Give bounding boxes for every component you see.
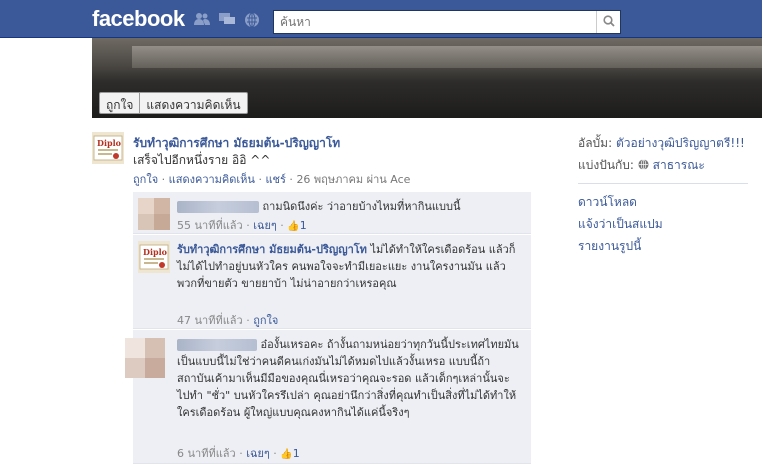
comment-time: 6 นาทีที่แล้ว (177, 447, 236, 460)
commenter-avatar[interactable] (125, 338, 165, 378)
search-button[interactable] (596, 11, 620, 33)
comment-action-link[interactable]: เฉยๆ (253, 219, 277, 232)
top-bar: facebook (0, 0, 762, 38)
album-info: อัลบั้ม: ตัวอย่างวุฒิปริญญาตรี!!! (578, 136, 745, 150)
comment-item: อ๋องั้นเหรอคะ ถ้างั้นถามหน่อยว่าทุกวันนี… (125, 330, 531, 464)
comment-meta: 55 นาทีที่แล้ว · เฉยๆ · 👍1 (177, 219, 307, 232)
comment-action-link[interactable]: เฉยๆ (246, 447, 270, 460)
page-avatar[interactable]: Diplo (92, 132, 124, 164)
comment-time: 47 นาทีที่แล้ว (177, 314, 243, 327)
notifications-icon[interactable] (244, 12, 260, 28)
photo-actions-list: ดาวน์โหลด แจ้งว่าเป็นสแปม รายงานรูปนี้ (578, 183, 748, 258)
comment-text: ถามนิดนึงค่ะ ว่าอายบ้างไหมที่หากินแบบนี้ (262, 200, 461, 213)
comment-body: อ๋องั้นเหรอคะ ถ้างั้นถามหน่อยว่าทุกวันนี… (177, 336, 522, 421)
post-like-link[interactable]: ถูกใจ (133, 173, 158, 186)
comment-meta: 6 นาทีที่แล้ว · เฉยๆ · 👍1 (177, 447, 300, 460)
commenter-name-redacted[interactable] (177, 201, 259, 213)
post-date: 26 พฤษภาคม ผ่าน Ace (296, 173, 411, 186)
comment-item: Diplo รับทำวุฒิการศึกษา มัธยมต้น-ปริญญาโ… (133, 235, 531, 329)
commenter-name-redacted[interactable] (177, 339, 257, 351)
svg-text:Diplo: Diplo (97, 138, 122, 148)
comment-action-link[interactable]: ถูกใจ (253, 314, 278, 327)
facebook-logo[interactable]: facebook (92, 6, 185, 32)
comment-body: ถามนิดนึงค่ะ ว่าอายบ้างไหมที่หากินแบบนี้ (177, 198, 522, 215)
post-meta: ถูกใจ · แสดงความคิดเห็น · แชร์ · 26 พฤษภ… (133, 173, 411, 186)
search-box (273, 10, 621, 34)
commenter-avatar[interactable] (138, 198, 170, 230)
commenter-avatar[interactable]: Diplo (138, 241, 170, 273)
messages-icon[interactable] (219, 12, 235, 26)
like-thumb-icon: 👍 (280, 449, 293, 460)
search-input[interactable] (274, 11, 596, 33)
comment-body: รับทำวุฒิการศึกษา มัธยมต้น-ปริญญาโท ไม่ไ… (177, 241, 522, 292)
photo-like-button[interactable]: ถูกใจ (100, 93, 139, 113)
report-spam-link[interactable]: แจ้งว่าเป็นสแปม (578, 214, 748, 236)
comment-item: ถามนิดนึงค่ะ ว่าอายบ้างไหมที่หากินแบบนี้… (133, 192, 531, 234)
comment-like-count[interactable]: 1 (300, 219, 307, 232)
post-comment-link[interactable]: แสดงความคิดเห็น (169, 173, 255, 186)
post-caption: เสร็จไปอีกหนึ่งราย อิอิ ^^ (133, 153, 271, 167)
report-photo-link[interactable]: รายงานรูปนี้ (578, 236, 748, 258)
photo-comment-button[interactable]: แสดงความคิดเห็น (139, 93, 246, 113)
privacy-info: แบ่งปันกับ: สาธารณะ (578, 158, 705, 172)
svg-text:Diplo: Diplo (143, 247, 168, 257)
like-thumb-icon: 👍 (287, 221, 300, 232)
photo-image (132, 46, 762, 68)
comment-like-count[interactable]: 1 (293, 447, 300, 460)
privacy-setting[interactable]: สาธารณะ (653, 158, 705, 172)
comment-time: 55 นาทีที่แล้ว (177, 219, 243, 232)
post-share-link[interactable]: แชร์ (265, 173, 285, 186)
photo-action-bar: ถูกใจ แสดงความคิดเห็น (99, 92, 248, 114)
search-icon (602, 14, 615, 30)
comment-meta: 47 นาทีที่แล้ว · ถูกใจ (177, 314, 279, 327)
commenter-name[interactable]: รับทำวุฒิการศึกษา มัธยมต้น-ปริญญาโท (177, 243, 367, 256)
download-link[interactable]: ดาวน์โหลด (578, 192, 748, 214)
album-link[interactable]: ตัวอย่างวุฒิปริญญาตรี!!! (616, 136, 745, 150)
friend-requests-icon[interactable] (194, 12, 210, 26)
globe-icon (638, 158, 653, 172)
